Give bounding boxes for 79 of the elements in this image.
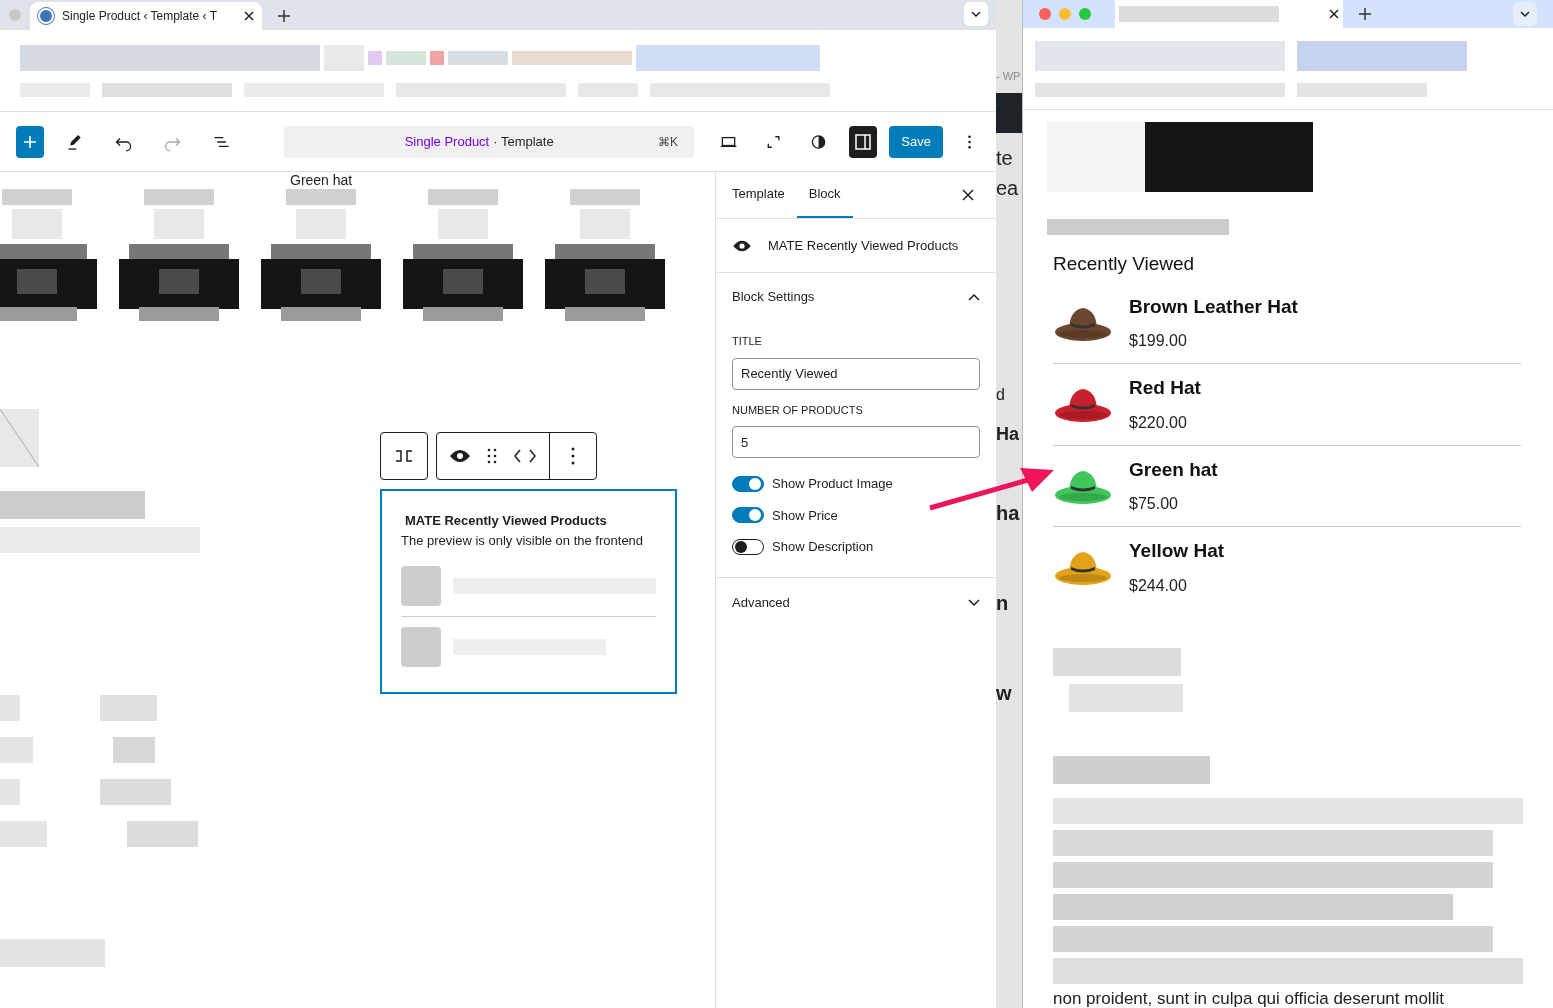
field-label: TITLE — [732, 334, 763, 349]
background-text: ea — [996, 175, 1020, 201]
blurred-text — [386, 50, 426, 65]
block-note: The preview is only visible on the frontend — [401, 531, 645, 550]
sidebar-tab[interactable]: Block — [796, 172, 853, 218]
close-icon[interactable] — [244, 11, 254, 21]
skeleton-image — [401, 566, 441, 606]
sidebar-icon — [854, 132, 873, 151]
text-field[interactable]: 5 — [732, 426, 980, 458]
product-title: Green hat — [290, 172, 354, 188]
body-text: non proident, sunt in culpa qui officia deserunt mollit — [1053, 987, 1445, 1008]
section-header[interactable]: Advanced — [732, 577, 980, 628]
product-name[interactable]: Yellow Hat — [1129, 537, 1225, 566]
toggle-switch[interactable] — [732, 538, 764, 555]
section-header[interactable]: Block Settings — [732, 273, 980, 321]
eye-icon — [732, 238, 752, 253]
background-text: ha — [996, 500, 1021, 526]
blurred-text — [0, 695, 20, 721]
product-price: $244.00 — [1129, 575, 1188, 596]
browser-tab[interactable]: Single Product ‹ Template ‹ T — [30, 2, 262, 30]
blurred-text — [100, 779, 171, 805]
section-heading: Recently Viewed — [1053, 252, 1196, 276]
new-tab-icon[interactable] — [278, 10, 290, 22]
blurred-text — [127, 821, 198, 847]
shortcut-hint: ⌘K — [657, 133, 678, 151]
product-name[interactable]: Green hat — [1129, 455, 1218, 484]
sidebar-toggle-button[interactable] — [849, 125, 878, 158]
product-price: $75.00 — [1129, 494, 1179, 514]
more-options-icon[interactable] — [570, 447, 576, 465]
toggle-label: Show Price — [772, 506, 838, 525]
tab-menu-icon[interactable] — [964, 2, 988, 26]
background-text: - WP — [996, 69, 1022, 84]
background-text: Ha — [996, 422, 1020, 446]
blurred-text — [368, 50, 382, 65]
template-label: · Template — [493, 132, 554, 151]
wordpress-icon — [38, 8, 54, 24]
plus-icon — [23, 134, 38, 149]
blurred-text — [100, 695, 157, 721]
background-text: n — [996, 590, 1010, 616]
eye-icon[interactable] — [449, 448, 471, 464]
new-tab-icon[interactable] — [1359, 8, 1371, 20]
background-text: d — [996, 384, 1006, 405]
blurred-text — [0, 737, 33, 763]
toggle-switch[interactable] — [732, 475, 764, 492]
background-text: w — [996, 680, 1013, 706]
field-label: NUMBER OF PRODUCTS — [732, 402, 864, 418]
text-field[interactable]: Recently Viewed — [732, 357, 980, 390]
add-block-button[interactable] — [16, 125, 45, 158]
blurred-text — [448, 50, 508, 65]
chevron-icon — [968, 598, 980, 607]
drag-handle-icon[interactable] — [487, 448, 497, 464]
sidebar-tab[interactable]: Template — [720, 172, 797, 218]
background-text: te — [996, 145, 1014, 171]
tab-menu-icon[interactable] — [1513, 2, 1537, 26]
close-icon[interactable] — [1329, 9, 1339, 19]
blurred-text — [430, 50, 444, 65]
blurred-text — [0, 821, 47, 847]
block-title: MATE Recently Viewed Products — [405, 512, 608, 530]
product-name[interactable]: Brown Leather Hat — [1129, 292, 1298, 321]
blurred-text — [0, 779, 20, 805]
toggle-label: Show Product Image — [772, 475, 893, 493]
block-preview[interactable]: MATE Recently Viewed Products The preview is only visible on the frontend — [380, 489, 677, 694]
product-price: $199.00 — [1129, 331, 1188, 351]
move-arrows-icon[interactable] — [513, 448, 537, 464]
chevron-icon — [968, 293, 980, 301]
toggle-switch[interactable] — [732, 507, 764, 524]
save-button[interactable]: Save — [889, 125, 943, 158]
product-price: $220.00 — [1129, 412, 1188, 433]
image-placeholder-icon — [0, 409, 39, 467]
block-transform-button[interactable] — [380, 432, 428, 480]
block-name: MATE Recently Viewed Products — [768, 236, 959, 255]
product-name[interactable]: Red Hat — [1129, 374, 1201, 403]
blurred-text — [113, 737, 155, 763]
template-link[interactable]: Single Product — [404, 131, 490, 152]
block-type-icon — [394, 448, 414, 464]
toggle-label: Show Description — [772, 538, 874, 556]
skeleton-image — [401, 627, 441, 667]
tab-title: Single Product ‹ Template ‹ T — [62, 8, 218, 25]
command-bar[interactable]: Single Product · Template ⌘K — [284, 125, 694, 158]
